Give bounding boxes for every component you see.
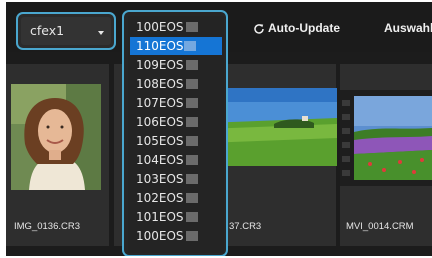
redacted-mark <box>186 231 198 241</box>
thumbnail-filename: MVI_0014.CRM <box>346 221 414 232</box>
camera-connect-window: cfex1 Auto-Update Auswahl IMG_0136.CR3 3… <box>6 2 432 256</box>
redacted-mark <box>186 174 198 184</box>
folder-item-label: 107EOS <box>136 96 184 110</box>
redacted-mark <box>186 212 198 222</box>
folder-item[interactable]: 100EOS <box>130 227 222 245</box>
redacted-mark <box>186 60 198 70</box>
folder-item[interactable]: 109EOS <box>130 56 222 74</box>
folder-item-label: 100EOS <box>136 229 184 243</box>
folder-dropdown-list[interactable]: 100EOS 110EOS 109EOS 108EOS 107EOS 106EO… <box>122 10 228 256</box>
folder-item[interactable]: 104EOS <box>130 151 222 169</box>
folder-item[interactable]: 101EOS <box>130 208 222 226</box>
redacted-mark <box>186 117 198 127</box>
selection-button[interactable]: Auswahl <box>384 21 432 35</box>
redacted-mark <box>186 136 198 146</box>
refresh-icon[interactable] <box>253 23 265 35</box>
folder-item-label: 108EOS <box>136 77 184 91</box>
folder-item-label: 110EOS <box>136 39 184 53</box>
chevron-down-icon[interactable] <box>98 31 104 35</box>
redacted-mark <box>184 41 196 51</box>
folder-item[interactable]: 100EOS <box>130 18 222 36</box>
redacted-mark <box>186 98 198 108</box>
thumbnail-card[interactable]: IMG_0136.CR3 <box>6 64 109 246</box>
thumbnail-card[interactable]: MVI_0014.CRM <box>340 64 432 246</box>
folder-item-label: 105EOS <box>136 134 184 148</box>
folder-item[interactable]: 107EOS <box>130 94 222 112</box>
folder-item[interactable]: 103EOS <box>130 170 222 188</box>
thumbnail-filename: 37.CR3 <box>229 221 262 232</box>
folder-item-label: 109EOS <box>136 58 184 72</box>
thumbnail-image-portrait[interactable] <box>11 84 101 190</box>
folder-item[interactable]: 108EOS <box>130 75 222 93</box>
auto-update-button[interactable]: Auto-Update <box>268 21 340 35</box>
folder-item-label: 102EOS <box>136 191 184 205</box>
folder-item[interactable]: 105EOS <box>130 132 222 150</box>
thumbnail-image-video[interactable] <box>340 90 432 186</box>
folder-item-selected[interactable]: 110EOS <box>130 37 222 55</box>
folder-item-label: 101EOS <box>136 210 184 224</box>
folder-item-label: 103EOS <box>136 172 184 186</box>
folder-item-label: 104EOS <box>136 153 184 167</box>
card-selector-field[interactable]: cfex1 <box>21 17 111 45</box>
folder-item[interactable]: 102EOS <box>130 189 222 207</box>
redacted-mark <box>186 22 198 32</box>
redacted-mark <box>186 193 198 203</box>
folder-list: 100EOS 110EOS 109EOS 108EOS 107EOS 106EO… <box>128 16 224 253</box>
folder-item-label: 106EOS <box>136 115 184 129</box>
redacted-mark <box>186 155 198 165</box>
card-selector-dropdown[interactable]: cfex1 <box>16 12 116 50</box>
folder-item-label: 100EOS <box>136 20 184 34</box>
thumbnail-filename: IMG_0136.CR3 <box>14 221 81 232</box>
redacted-mark <box>186 79 198 89</box>
folder-item[interactable]: 106EOS <box>130 113 222 131</box>
card-selector-label: cfex1 <box>30 23 65 38</box>
